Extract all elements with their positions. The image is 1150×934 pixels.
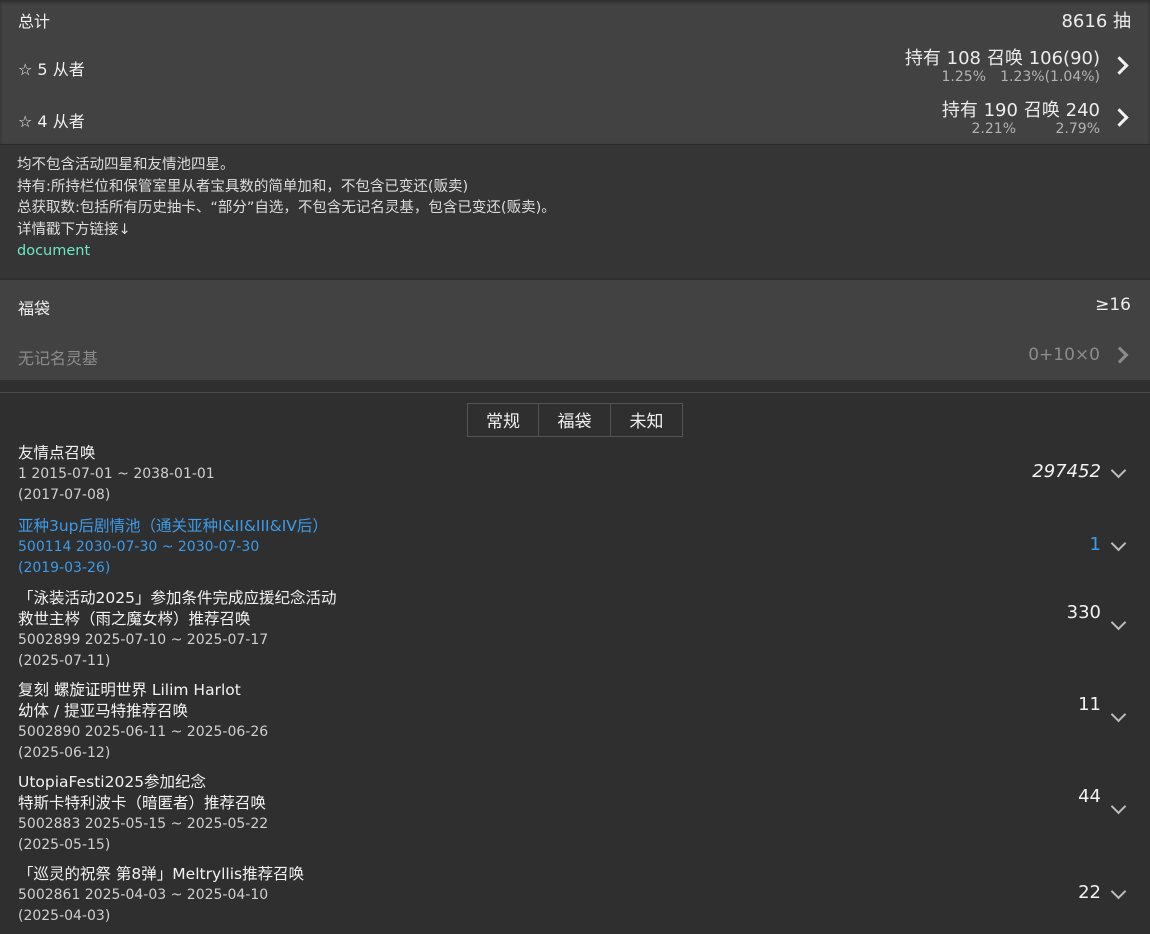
star5-held: 持有 108 (904, 48, 981, 69)
item-meta: 5002883 2025-05-15 ~ 2025-05-22 (18, 815, 269, 832)
unnamed-saint-graph-value: 0+10×0 (1028, 344, 1100, 365)
document-link[interactable]: document (17, 243, 90, 259)
summon-list: 友情点召唤 1 2015-07-01 ~ 2038-01-01 (2017-07… (0, 441, 1150, 934)
chevron-right-icon[interactable] (1110, 56, 1129, 75)
list-item[interactable]: 友情点召唤 1 2015-07-01 ~ 2038-01-01 (2017-07… (0, 441, 1150, 514)
lucky-bag-label: 福袋 (18, 298, 51, 318)
note-line: 持有:所持栏位和保管室里从者宝具数的简单加和，不包含已变还(贩卖) (17, 178, 469, 195)
lucky-bag-panel: 福袋 ≥16 无记名灵基 0+10×0 (0, 279, 1150, 380)
chevron-right-icon[interactable] (1111, 346, 1129, 363)
item-title: 救世主梣（雨之魔女梣）推荐召唤 (18, 609, 251, 628)
item-date: (2025-05-15) (18, 836, 111, 853)
tab-regular[interactable]: 常规 (467, 402, 539, 437)
note-line: 详情戳下方链接↓ (17, 221, 131, 238)
item-date: (2017-07-08) (18, 486, 111, 503)
item-title: 幼体 / 提亚马特推荐召唤 (18, 701, 189, 720)
lucky-bag-value: ≥16 (1095, 294, 1131, 315)
total-value: 8616 抽 (1061, 11, 1131, 32)
item-title: 「泳装活动2025」参加条件完成应援纪念活动 (18, 588, 337, 607)
item-date: (2025-04-03) (18, 907, 111, 924)
item-title: 亚种3up后剧情池（通关亚种I&II&III&IV后） (18, 516, 328, 535)
item-meta: 5002890 2025-06-11 ~ 2025-06-26 (18, 723, 269, 740)
total-row: 总计 8616 抽 (0, 0, 1150, 40)
chevron-right-icon[interactable] (1110, 108, 1129, 127)
item-meta: 500114 2030-07-30 ~ 2030-07-30 (18, 538, 260, 555)
star4-summoned-pct: 2.79% (1055, 121, 1100, 137)
item-title: 「巡灵的祝祭 第8弹」Meltryllis推荐召唤 (18, 864, 305, 883)
star4-summoned: 召唤 240 (1023, 100, 1100, 121)
item-meta: 1 2015-07-01 ~ 2038-01-01 (18, 465, 215, 482)
item-date: (2025-06-12) (18, 744, 111, 761)
star4-percent: 2.21% 2.79% (956, 121, 1100, 137)
list-item[interactable]: 亚种3up后剧情池（通关亚种I&II&III&IV后） 500114 2030-… (0, 514, 1150, 586)
summary-panel: 总计 8616 抽 ☆ 5 从者 持有 108 召唤 106(90) 1.25% 1… (0, 0, 1150, 144)
note-line: 总获取数:包括所有历史抽卡、“部分”自选，不包含无记名灵基，包含已变还(贩卖)。 (17, 200, 556, 216)
item-count: 22 (1078, 881, 1101, 903)
list-item[interactable]: 「巡灵的祝祭 第8弹」Meltryllis推荐召唤 5002861 2025-0… (0, 862, 1150, 934)
star5-summoned: 召唤 106(90) (986, 48, 1100, 69)
star4-stats: 持有 190 召唤 240 (936, 96, 1100, 122)
unnamed-saint-graph-row[interactable]: 无记名灵基 0+10×0 (0, 330, 1150, 380)
note-line: 均不包含活动四星和友情池四星。 (17, 157, 235, 173)
tab-lucky-bag[interactable]: 福袋 (539, 402, 611, 437)
item-count: 44 (1078, 785, 1101, 807)
item-title: UtopiaFesti2025参加纪念 (18, 772, 207, 791)
item-date: (2025-07-11) (18, 652, 111, 669)
lucky-bag-row: 福袋 ≥16 (0, 280, 1150, 330)
list-item[interactable]: UtopiaFesti2025参加纪念 特斯卡特利波卡（暗匿者）推荐召唤 500… (0, 770, 1150, 862)
list-item[interactable]: 复刻 螺旋证明世界 Lilim Harlot 幼体 / 提亚马特推荐召唤 500… (0, 678, 1150, 770)
star5-row[interactable]: ☆ 5 从者 持有 108 召唤 106(90) 1.25% 1.23%(1.04%… (0, 40, 1150, 92)
star4-label: ☆ 4 从者 (18, 112, 85, 131)
star5-held-pct: 1.25% (941, 69, 986, 85)
total-label: 总计 (18, 12, 51, 31)
item-count: 330 (1066, 601, 1101, 623)
star5-label: ☆ 5 从者 (18, 60, 85, 79)
star5-stats: 持有 108 召唤 106(90) (899, 44, 1100, 70)
star5-summoned-pct: 1.23%(1.04%) (1000, 69, 1100, 85)
list-item[interactable]: 「泳装活动2025」参加条件完成应援纪念活动 救世主梣（雨之魔女梣）推荐召唤 5… (0, 586, 1150, 678)
star4-held-pct: 2.21% (971, 121, 1016, 137)
star5-percent: 1.25% 1.23%(1.04%) (926, 69, 1100, 85)
notes-panel: 均不包含活动四星和友情池四星。 持有:所持栏位和保管室里从者宝具数的简单加和，不… (0, 144, 1150, 278)
item-title: 友情点召唤 (18, 443, 96, 462)
item-count: 297452 (1032, 460, 1101, 482)
star4-held: 持有 190 (941, 100, 1018, 121)
item-count: 1 (1089, 533, 1101, 555)
unnamed-saint-graph-label: 无记名灵基 (18, 348, 99, 368)
item-title: 特斯卡特利波卡（暗匿者）推荐召唤 (18, 793, 267, 812)
item-meta: 5002899 2025-07-10 ~ 2025-07-17 (18, 631, 269, 648)
item-date: (2019-03-26) (18, 559, 111, 576)
star4-row[interactable]: ☆ 4 从者 持有 190 召唤 240 2.21% 2.79% (0, 92, 1150, 144)
tab-unknown[interactable]: 未知 (611, 402, 683, 437)
item-title: 复刻 螺旋证明世界 Lilim Harlot (18, 680, 241, 699)
divider (0, 391, 1150, 393)
item-count: 11 (1078, 693, 1101, 715)
tab-bar: 常规 福袋 未知 (0, 402, 1150, 437)
item-meta: 5002861 2025-04-03 ~ 2025-04-10 (18, 886, 269, 903)
